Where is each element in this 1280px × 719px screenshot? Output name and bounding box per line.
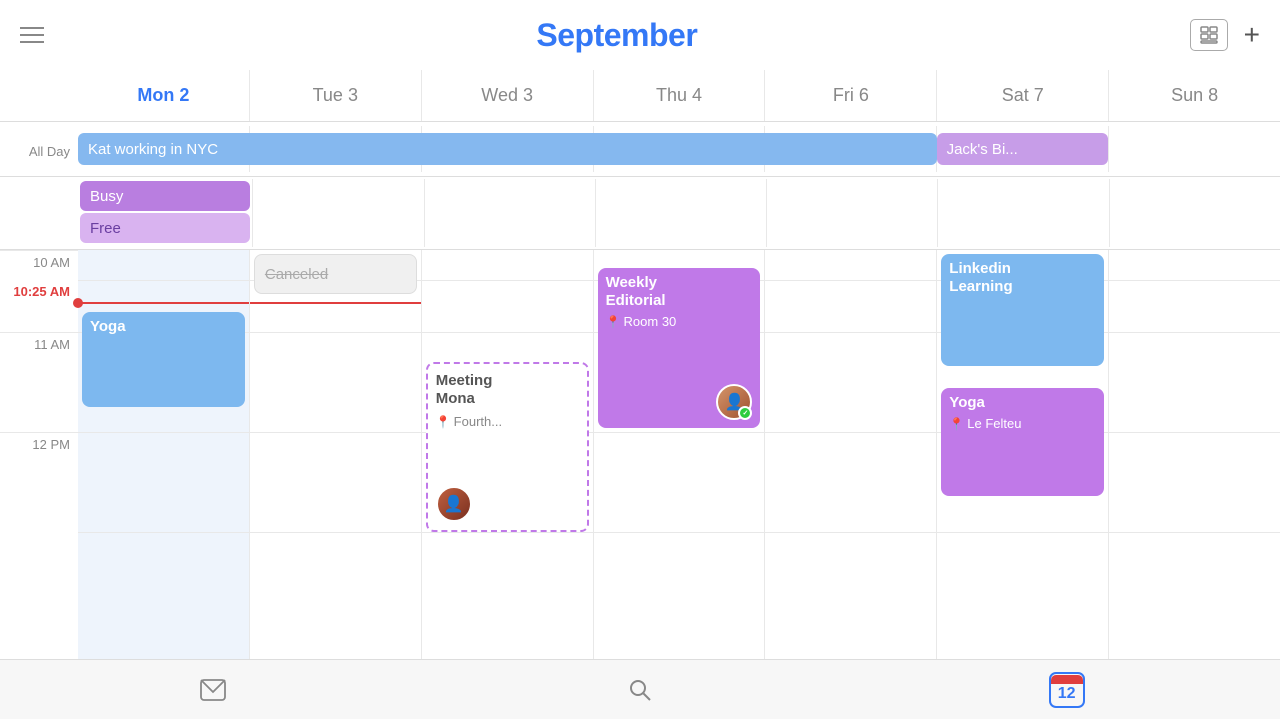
time-slot-now: 10:25 AM: [0, 280, 78, 332]
timed-area: 10 AM 10:25 AM 11 AM 12 PM: [0, 250, 1280, 659]
day-timed-2: MeetingMona 📍 Fourth... 👤: [421, 250, 593, 659]
check-badge: ✓: [738, 406, 752, 420]
calendar-top-bar: [1051, 675, 1083, 684]
mail-icon: [200, 679, 226, 701]
allday-event-kat[interactable]: Kat working in NYC: [78, 133, 937, 165]
day-timed-3: WeeklyEditorial 📍 Room 30 👤 ✓: [593, 250, 765, 659]
day-timed-5: LinkedinLearning Yoga 📍 Le Felteu: [936, 250, 1108, 659]
day-timed-1: Canceled: [249, 250, 421, 659]
tab-mail[interactable]: [183, 668, 243, 712]
event-title: WeeklyEditorial: [606, 274, 753, 310]
now-dot: [73, 298, 83, 308]
day-timed-6: [1108, 250, 1280, 659]
busy-free-day-3: [595, 179, 766, 247]
allday-row: All Day Kat working in NYC Jack's Bi...: [0, 122, 1280, 177]
busy-free-time-spacer: [0, 177, 78, 249]
busy-free-day-0: Busy Free: [78, 179, 252, 247]
now-line-day0: [78, 302, 249, 304]
day-header-row: Mon 2 Tue 3 Wed 3 Thu 4 Fri 6 Sat 7 Sun …: [0, 70, 1280, 122]
day-timed-4: [764, 250, 936, 659]
add-event-button[interactable]: +: [1244, 19, 1260, 51]
day-timed-0: Yoga: [78, 250, 249, 659]
calendar-date-number: 12: [1058, 684, 1076, 705]
header-left: [20, 27, 44, 43]
event-title: LinkedinLearning: [949, 260, 1096, 296]
hamburger-icon[interactable]: [20, 27, 44, 43]
day-header-fri[interactable]: Fri 6: [764, 70, 936, 121]
event-yoga-sat[interactable]: Yoga 📍 Le Felteu: [941, 388, 1104, 496]
avatar-mona: 👤: [436, 486, 472, 522]
day-header-mon[interactable]: Mon 2: [78, 70, 249, 121]
tab-calendar[interactable]: 12: [1037, 668, 1097, 712]
time-slot-10am: 10 AM: [0, 250, 78, 280]
busy-free-row: Busy Free: [0, 177, 1280, 250]
event-location: 📍 Le Felteu: [949, 416, 1096, 431]
calendar-badge: 12: [1049, 672, 1085, 708]
view-toggle-button[interactable]: [1190, 19, 1228, 51]
day-header-sat[interactable]: Sat 7: [936, 70, 1108, 121]
header-right: +: [1190, 19, 1260, 51]
allday-events: Kat working in NYC Jack's Bi...: [78, 122, 1280, 176]
day-header-tue[interactable]: Tue 3: [249, 70, 421, 121]
event-yoga-mon[interactable]: Yoga: [82, 312, 245, 407]
calendar-body: All Day Kat working in NYC Jack's Bi...: [0, 122, 1280, 659]
event-title: Yoga: [90, 318, 237, 336]
time-slot-12pm: 12 PM: [0, 432, 78, 532]
now-line-day1: [250, 302, 421, 304]
tab-bar: 12: [0, 659, 1280, 719]
time-slot-11am: 11 AM: [0, 332, 78, 432]
busy-free-day-2: [424, 179, 595, 247]
free-tag: Free: [80, 213, 250, 243]
busy-free-day-6: [1109, 179, 1280, 247]
day-header-wed[interactable]: Wed 3: [421, 70, 593, 121]
busy-free-day-5: [937, 179, 1108, 247]
header: September +: [0, 0, 1280, 70]
days-grid: Yoga Canceled MeetingMona 📍 Fourth...: [78, 250, 1280, 659]
event-weekly-editorial[interactable]: WeeklyEditorial 📍 Room 30 👤 ✓: [598, 268, 761, 428]
event-title: MeetingMona: [436, 372, 579, 408]
allday-day-6: [1109, 126, 1280, 172]
tab-search[interactable]: [610, 668, 670, 712]
event-linkedin-learning[interactable]: LinkedinLearning: [941, 254, 1104, 366]
event-canceled[interactable]: Canceled: [254, 254, 417, 294]
busy-tag: Busy: [80, 181, 250, 211]
avatar-weekly: 👤 ✓: [716, 384, 752, 420]
day-header-thu[interactable]: Thu 4: [593, 70, 765, 121]
event-title: Yoga: [949, 394, 1096, 412]
busy-free-events: Busy Free: [78, 177, 1280, 249]
event-meeting-mona[interactable]: MeetingMona 📍 Fourth... 👤: [426, 362, 589, 532]
allday-label: All Day: [0, 122, 78, 176]
busy-free-day-1: [252, 179, 423, 247]
time-column: 10 AM 10:25 AM 11 AM 12 PM: [0, 250, 78, 659]
allday-event-jack[interactable]: Jack's Bi...: [937, 133, 1109, 165]
page-title: September: [536, 17, 697, 54]
busy-free-day-4: [766, 179, 937, 247]
search-icon: [628, 678, 652, 702]
day-header-sun[interactable]: Sun 8: [1108, 70, 1280, 121]
event-location: 📍 Fourth...: [436, 414, 579, 429]
event-location: 📍 Room 30: [606, 314, 753, 329]
